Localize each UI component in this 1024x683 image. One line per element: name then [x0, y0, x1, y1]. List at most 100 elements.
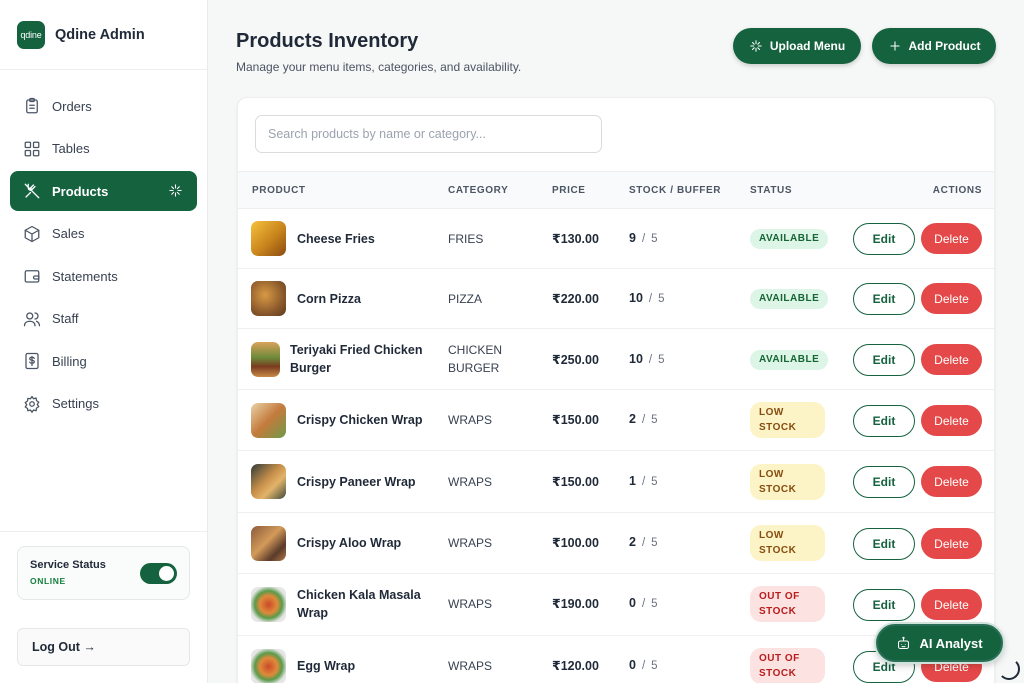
product-stock: 0 / 5 — [629, 658, 658, 672]
table-row[interactable]: Crispy Aloo Wrap WRAPS ₹100.00 2 / 5 LOW S… — [238, 513, 994, 574]
edit-button[interactable]: Edit — [853, 528, 915, 560]
stock-separator: / — [641, 537, 646, 549]
product-price: ₹250.00 — [552, 353, 599, 367]
stock-value: 9 — [629, 231, 636, 245]
stock-separator: / — [641, 598, 646, 610]
users-icon — [23, 311, 41, 326]
stock-separator: / — [641, 414, 646, 426]
upload-menu-button[interactable]: Upload Menu — [733, 28, 861, 64]
product-name: Crispy Chicken Wrap — [297, 413, 423, 427]
sidebar-footer: Service Status ONLINE Log Out → — [0, 531, 207, 683]
sidebar-item-staff[interactable]: Staff — [10, 299, 197, 339]
sidebar-item-sales[interactable]: Sales — [10, 214, 197, 254]
edit-button[interactable]: Edit — [853, 283, 915, 315]
buffer-value: 5 — [651, 598, 658, 610]
buffer-value: 5 — [658, 354, 665, 366]
sidebar-item-label: Statements — [52, 268, 118, 284]
search-input[interactable] — [255, 115, 602, 153]
product-name: Crispy Paneer Wrap — [297, 475, 416, 489]
stock-separator: / — [641, 233, 646, 245]
product-price: ₹130.00 — [552, 232, 599, 246]
stock-separator: / — [641, 476, 646, 488]
status-badge: LOW STOCK — [750, 525, 825, 561]
wallet-icon — [24, 270, 40, 283]
edit-button[interactable]: Edit — [853, 589, 915, 621]
product-name: Corn Pizza — [297, 292, 361, 306]
delete-button[interactable]: Delete — [921, 466, 982, 497]
sidebar-item-tables[interactable]: Tables — [10, 129, 197, 169]
status-badge: OUT OF STOCK — [750, 586, 825, 622]
stock-value: 2 — [629, 535, 636, 549]
box-icon — [24, 225, 40, 242]
toggle-knob — [159, 566, 174, 581]
edit-button[interactable]: Edit — [853, 405, 915, 437]
sidebar-item-settings[interactable]: Settings — [10, 384, 197, 424]
table-row[interactable]: Crispy Chicken Wrap WRAPS ₹150.00 2 / 5 LO… — [238, 390, 994, 451]
status-badge: AVAILABLE — [750, 289, 829, 309]
delete-button[interactable]: Delete — [921, 405, 982, 436]
table-row[interactable]: Cheese Fries FRIES ₹130.00 9 / 5 AVAILABLE… — [238, 209, 994, 269]
sidebar-nav: Orders Tables Products Sales Statements … — [0, 70, 207, 424]
delete-button[interactable]: Delete — [921, 589, 982, 620]
status-badge: OUT OF STOCK — [750, 648, 825, 683]
buffer-value: 5 — [651, 537, 658, 549]
status-badge: AVAILABLE — [750, 350, 829, 370]
product-price: ₹120.00 — [552, 659, 599, 673]
brand: qdine Qdine Admin — [0, 0, 207, 70]
ai-analyst-label: AI Analyst — [919, 635, 983, 651]
product-category: WRAPS — [448, 475, 493, 489]
add-product-label: Add Product — [908, 39, 981, 53]
table-row[interactable]: Crispy Paneer Wrap WRAPS ₹150.00 1 / 5 LOW… — [238, 451, 994, 513]
product-stock: 10 / 5 — [629, 291, 665, 305]
status-badge: LOW STOCK — [750, 402, 825, 438]
brand-logo[interactable]: qdine — [17, 20, 45, 49]
service-status-toggle[interactable] — [140, 563, 177, 584]
product-price: ₹150.00 — [552, 413, 599, 427]
product-name: Teriyaki Fried Chicken Burger — [290, 343, 423, 375]
buffer-value: 5 — [651, 660, 658, 672]
add-product-button[interactable]: Add Product — [872, 28, 996, 64]
delete-button[interactable]: Delete — [921, 223, 982, 254]
sparkle-icon — [750, 40, 762, 52]
sidebar-item-label: Settings — [52, 396, 99, 411]
edit-button[interactable]: Edit — [853, 223, 915, 255]
buffer-value: 5 — [651, 476, 658, 488]
sidebar-item-statements[interactable]: Statements — [10, 256, 197, 296]
product-image — [251, 587, 286, 622]
delete-button[interactable]: Delete — [921, 528, 982, 559]
buffer-value: 5 — [651, 233, 658, 245]
sidebar: qdine Qdine Admin Orders Tables Products… — [0, 0, 208, 683]
stock-value: 0 — [629, 658, 636, 672]
sidebar-item-orders[interactable]: Orders — [10, 86, 197, 126]
product-category: PIZZA — [448, 292, 483, 306]
column-header-stock: STOCK / BUFFER — [629, 185, 722, 196]
delete-button[interactable]: Delete — [921, 344, 982, 375]
product-category: FRIES — [448, 232, 484, 246]
service-status-card: Service Status ONLINE — [17, 546, 190, 600]
product-image — [251, 342, 280, 377]
stock-value: 0 — [629, 596, 636, 610]
loading-spinner-icon — [998, 658, 1020, 680]
sidebar-item-label: Sales — [52, 226, 85, 241]
table-row[interactable]: Teriyaki Fried Chicken Burger CHICKEN BU… — [238, 329, 994, 390]
upload-menu-label: Upload Menu — [769, 39, 846, 53]
product-image — [251, 281, 286, 316]
ai-analyst-button[interactable]: AI Analyst — [876, 624, 1003, 662]
logout-button[interactable]: Log Out → — [17, 628, 190, 666]
product-name: Egg Wrap — [297, 659, 356, 673]
stock-separator: / — [648, 293, 653, 305]
table-row[interactable]: Chicken Kala Masala Wrap WRAPS ₹190.00 0… — [238, 574, 994, 636]
stock-value: 10 — [629, 291, 643, 305]
sidebar-item-billing[interactable]: Billing — [10, 341, 197, 381]
delete-button[interactable]: Delete — [921, 283, 982, 314]
edit-button[interactable]: Edit — [853, 344, 915, 376]
sidebar-item-label: Tables — [52, 141, 90, 156]
table-row[interactable]: Corn Pizza PIZZA ₹220.00 10/5 AVAILABLE … — [238, 269, 994, 329]
product-stock: 9 / 5 — [629, 231, 658, 245]
edit-button[interactable]: Edit — [853, 466, 915, 498]
product-stock: 2 / 5 — [629, 535, 658, 549]
product-category: WRAPS — [448, 659, 493, 673]
product-stock: 1 / 5 — [629, 474, 658, 488]
robot-icon — [898, 636, 910, 649]
sidebar-item-products[interactable]: Products — [10, 171, 197, 211]
